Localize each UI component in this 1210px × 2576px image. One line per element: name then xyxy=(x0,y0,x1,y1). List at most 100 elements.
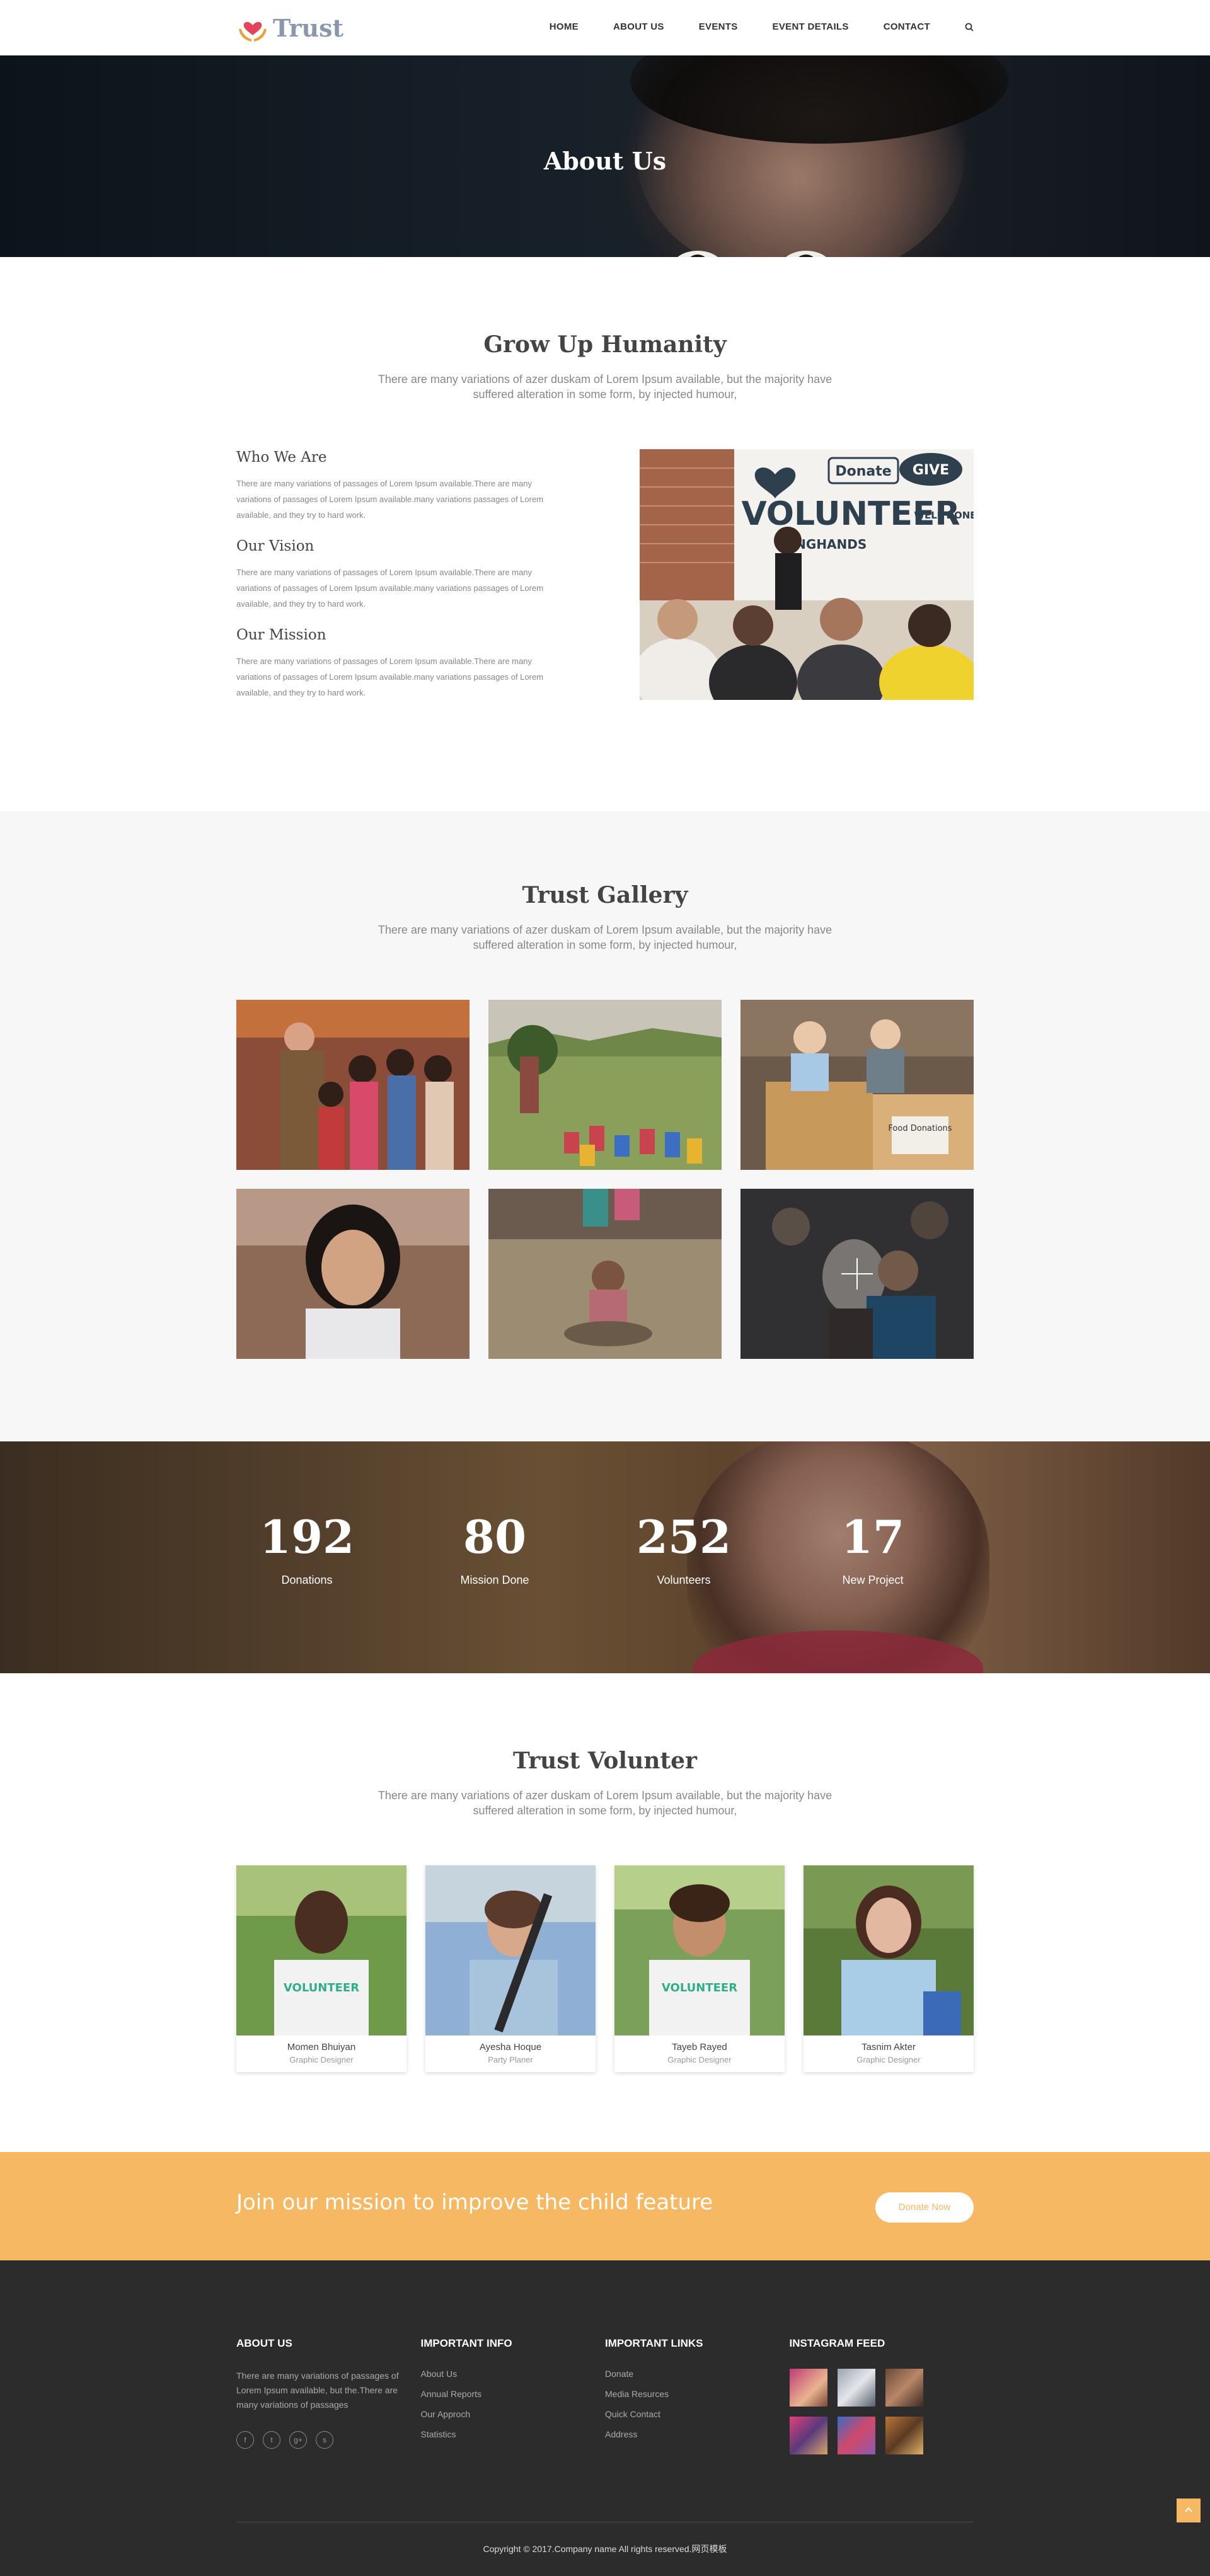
volunteer-name: Ayesha Hoque xyxy=(479,2042,542,2052)
volunteer-name: Momen Bhuiyan xyxy=(287,2042,356,2052)
our-mission-heading: Our Mission xyxy=(236,627,326,643)
footer-link-our-approch[interactable]: Our Approch xyxy=(421,2409,606,2419)
counter-section: 192 Donations 80 Mission Done 252 Volunt… xyxy=(0,1441,1210,1673)
nav-contact[interactable]: CONTACT xyxy=(884,21,930,32)
page-banner: About Us xyxy=(0,55,1210,257)
instagram-thumb[interactable] xyxy=(837,2369,875,2407)
footer-link-annual-reports[interactable]: Annual Reports xyxy=(421,2389,606,2399)
well-done-sign-text: WELL DONE xyxy=(914,510,974,521)
volunteer-workshop-photo: VOLUNTEER Donate GIVE WELL DONE INGHANDS xyxy=(640,449,974,700)
our-vision-text: There are many variations of passages of… xyxy=(236,568,544,609)
about-section: Grow Up Humanity There are many variatio… xyxy=(0,257,1210,811)
volunteer-photo: VOLUNTEER xyxy=(236,1865,406,2035)
counter-value: 80 xyxy=(463,1510,527,1564)
gallery-title: Trust Gallery xyxy=(522,882,688,908)
volunteer-photo xyxy=(804,1865,974,2035)
instagram-grid xyxy=(789,2369,974,2454)
nav-events[interactable]: EVENTS xyxy=(699,21,738,32)
about-subtitle: There are many variations of azer duskam… xyxy=(377,373,833,401)
volunteer-card[interactable]: VOLUNTEER Tayeb Rayed Graphic Designer xyxy=(614,1865,785,2072)
footer-link-quick-contact[interactable]: Quick Contact xyxy=(605,2409,790,2419)
volunteer-card[interactable]: VOLUNTEER Momen Bhuiyan Graphic Designer xyxy=(236,1865,406,2072)
hands-sign-text: INGHANDS xyxy=(791,537,867,552)
google-plus-icon[interactable]: g+ xyxy=(289,2431,307,2449)
gallery-photo-child-sitting[interactable] xyxy=(488,1189,722,1359)
footer-links-title: IMPORTANT LINKS xyxy=(605,2337,703,2349)
gallery-section: Trust Gallery There are many variations … xyxy=(0,811,1210,1441)
our-vision-block: Our Vision There are many variations of … xyxy=(236,538,564,612)
chevron-up-icon[interactable] xyxy=(1177,2499,1201,2522)
gallery-photo-food-donations[interactable]: Food Donations xyxy=(740,1000,974,1170)
nav-home[interactable]: HOME xyxy=(550,21,579,32)
volunteer-name: Tasnim Akter xyxy=(861,2042,916,2052)
social-links: f t g+ s xyxy=(236,2431,421,2449)
heart-hands-icon xyxy=(236,11,269,44)
footer-link-media-resurces[interactable]: Media Resurces xyxy=(605,2389,790,2399)
footer-about-text: There are many variations of passages of… xyxy=(236,2371,399,2410)
counter-value: 252 xyxy=(636,1510,732,1564)
counter-label: Mission Done xyxy=(460,1574,529,1586)
gallery-photo-girl-portrait[interactable] xyxy=(236,1189,470,1359)
volunteer-role: Graphic Designer xyxy=(856,2055,921,2064)
nav-event-details[interactable]: EVENT DETAILS xyxy=(773,21,849,32)
food-donations-box-text: Food Donations xyxy=(888,1124,952,1133)
volunteer-card[interactable]: Tasnim Akter Graphic Designer xyxy=(804,1865,974,2072)
about-title: Grow Up Humanity xyxy=(483,331,727,358)
counter-label: Donations xyxy=(281,1574,333,1586)
footer-link-donate[interactable]: Donate xyxy=(605,2369,790,2379)
gallery-photo-children-group[interactable] xyxy=(236,1000,470,1170)
cta-text: Join our mission to improve the child fe… xyxy=(236,2190,713,2215)
footer-link-statistics[interactable]: Statistics xyxy=(421,2429,606,2439)
volunteer-cards: VOLUNTEER Momen Bhuiyan Graphic Designer xyxy=(236,1865,974,2072)
gallery-grid: Food Donations xyxy=(236,1000,974,1359)
logo[interactable]: Trust xyxy=(236,11,343,44)
footer-important-info: IMPORTANT INFO About Us Annual Reports O… xyxy=(421,2337,606,2454)
instagram-thumb[interactable] xyxy=(837,2417,875,2454)
gallery-subtitle: There are many variations of azer duskam… xyxy=(377,924,833,951)
who-we-are-block: Who We Are There are many variations of … xyxy=(236,449,564,523)
copyright-text: Copyright © 2017.Company name All rights… xyxy=(483,2544,727,2554)
gallery-photo-children-hug[interactable] xyxy=(740,1189,974,1359)
nav-about-us[interactable]: ABOUT US xyxy=(613,21,664,32)
about-text-column: Who We Are There are many variations of … xyxy=(236,449,564,716)
volunteer-card[interactable]: Ayesha Hoque Party Planer xyxy=(425,1865,596,2072)
volunteer-role: Graphic Designer xyxy=(289,2055,354,2064)
instagram-thumb[interactable] xyxy=(789,2369,827,2407)
counter-label: Volunteers xyxy=(657,1574,711,1586)
skype-icon[interactable]: s xyxy=(316,2431,333,2449)
volunteer-role: Graphic Designer xyxy=(667,2055,732,2064)
facebook-icon[interactable]: f xyxy=(236,2431,254,2449)
instagram-thumb[interactable] xyxy=(885,2369,923,2407)
donate-now-button[interactable]: Donate Now xyxy=(875,2192,974,2223)
volunteer-name: Tayeb Rayed xyxy=(672,2042,727,2052)
instagram-thumb[interactable] xyxy=(885,2417,923,2454)
volunteer-role: Party Planer xyxy=(488,2055,533,2064)
cta-banner: Join our mission to improve the child fe… xyxy=(0,2152,1210,2260)
our-vision-heading: Our Vision xyxy=(236,538,314,554)
counter-volunteers: 252 Volunteers xyxy=(608,1512,759,1587)
who-we-are-heading: Who We Are xyxy=(236,449,327,466)
our-mission-block: Our Mission There are many variations of… xyxy=(236,627,564,701)
main-nav: HOME ABOUT US EVENTS EVENT DETAILS CONTA… xyxy=(515,21,974,32)
counter-value: 192 xyxy=(259,1510,355,1564)
twitter-icon[interactable]: t xyxy=(263,2431,280,2449)
footer-important-links: IMPORTANT LINKS Donate Media Resurces Qu… xyxy=(605,2337,790,2454)
counter-value: 17 xyxy=(841,1510,905,1564)
logo-text: Trust xyxy=(273,13,344,42)
our-mission-text: There are many variations of passages of… xyxy=(236,656,544,697)
footer-about: ABOUT US There are many variations of pa… xyxy=(236,2337,421,2454)
footer-link-about-us[interactable]: About Us xyxy=(421,2369,606,2379)
footer-info-title: IMPORTANT INFO xyxy=(420,2337,512,2349)
page-title: About Us xyxy=(543,147,667,175)
volunteers-subtitle: There are many variations of azer duskam… xyxy=(377,1789,833,1817)
footer-link-address[interactable]: Address xyxy=(605,2429,790,2439)
counter-donations: 192 Donations xyxy=(231,1512,383,1587)
counter-label: New Project xyxy=(842,1574,904,1586)
site-footer: ABOUT US There are many variations of pa… xyxy=(0,2260,1210,2576)
donate-sign-text: Donate xyxy=(835,464,891,479)
instagram-thumb[interactable] xyxy=(789,2417,827,2454)
gallery-photo-field-gathering[interactable] xyxy=(488,1000,722,1170)
volunteer-photo xyxy=(425,1865,596,2035)
give-sign-text: GIVE xyxy=(913,462,949,478)
search-icon[interactable] xyxy=(965,23,974,31)
